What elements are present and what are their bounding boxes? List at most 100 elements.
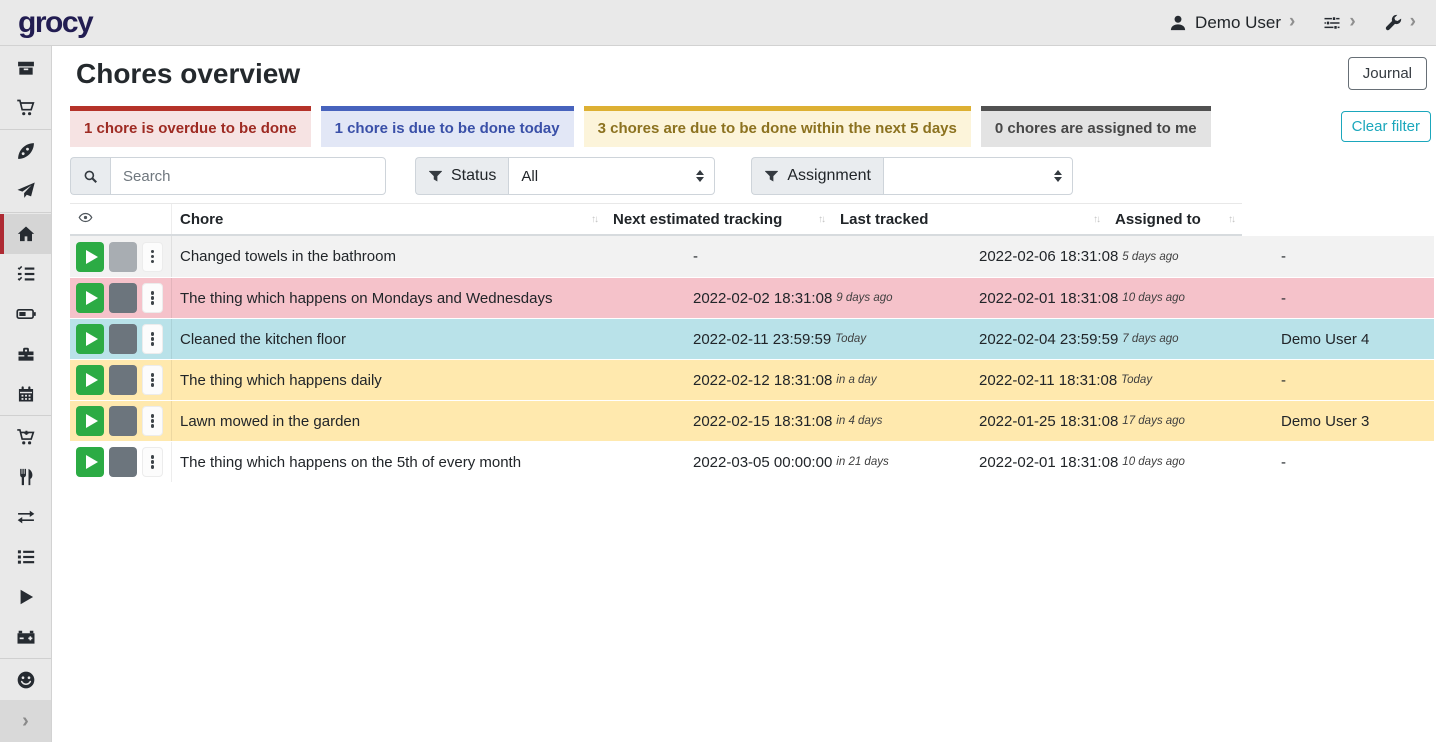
select-arrows-icon <box>1054 170 1062 182</box>
row-menu-button[interactable] <box>142 283 163 313</box>
filter-icon <box>428 169 443 184</box>
row-menu-button[interactable] <box>142 242 163 272</box>
sidebar-item-smiley[interactable] <box>0 660 51 700</box>
column-header-assigned-to[interactable]: Assigned to↑↓ <box>1107 204 1242 234</box>
table-body: Changed towels in the bathroom - 2022-02… <box>70 236 1434 482</box>
summary-card-assigned-to-me[interactable]: 0 chores are assigned to me <box>981 106 1211 147</box>
chore-row: The thing which happens on Mondays and W… <box>70 277 1434 318</box>
summary-card-overdue[interactable]: 1 chore is overdue to be done <box>70 106 311 147</box>
chore-row: The thing which happens on the 5th of ev… <box>70 441 1434 482</box>
column-header-chore[interactable]: Chore↑↓ <box>172 204 605 234</box>
table-header-row: Chore↑↓Next estimated tracking↑↓Last tra… <box>70 203 1242 236</box>
journal-button[interactable]: Journal <box>1348 57 1427 90</box>
skip-chore-button[interactable] <box>109 242 137 272</box>
play-icon <box>86 373 98 387</box>
assignment-filter-label: Assignment <box>787 167 871 185</box>
column-header-label: Last tracked <box>840 211 928 228</box>
next-tracking-cell: 2022-02-02 18:31:089 days ago <box>685 278 971 318</box>
shopping-cart-icon <box>16 98 36 118</box>
track-chore-execution-button[interactable] <box>76 283 104 313</box>
sidebar-item-shopping-cart[interactable] <box>0 88 51 128</box>
play-icon <box>86 291 98 305</box>
sort-icon: ↑↓ <box>591 214 597 225</box>
sidebar: › <box>0 46 52 742</box>
sidebar-item-exchange[interactable] <box>0 497 51 537</box>
chore-name-cell: The thing which happens on Mondays and W… <box>172 278 685 318</box>
sidebar-item-home[interactable] <box>0 214 51 254</box>
chevron-right-icon: › <box>1410 12 1416 31</box>
search-input[interactable] <box>110 157 386 195</box>
admin-menu[interactable]: › <box>1384 13 1416 32</box>
column-header-last-tracked[interactable]: Last tracked ↑↓ <box>832 204 1107 234</box>
search-icon <box>70 157 110 195</box>
summary-card-due-today[interactable]: 1 chore is due to be done today <box>321 106 574 147</box>
page-header: Chores overview Journal <box>70 54 1434 92</box>
next-tracking-cell: 2022-02-15 18:31:08in 4 days <box>685 401 971 441</box>
ellipsis-v-icon <box>151 291 155 305</box>
chore-name-cell: Changed towels in the bathroom <box>172 236 685 277</box>
search-group <box>70 157 386 195</box>
summary-cards-row: 1 chore is overdue to be done1 chore is … <box>70 106 1434 147</box>
sidebar-item-tasks[interactable] <box>0 254 51 294</box>
assignment-select[interactable] <box>883 157 1073 195</box>
chore-name-cell: The thing which happens daily <box>172 360 685 400</box>
next-tracking-cell: 2022-02-12 18:31:08in a day <box>685 360 971 400</box>
track-chore-execution-button[interactable] <box>76 242 104 272</box>
sidebar-collapse-button[interactable]: › <box>0 700 51 742</box>
sidebar-item-box[interactable] <box>0 48 51 88</box>
sidebar-item-battery[interactable] <box>0 294 51 334</box>
row-menu-button[interactable] <box>142 365 163 395</box>
sidebar-item-list[interactable] <box>0 537 51 577</box>
utensils-icon <box>16 467 36 487</box>
sidebar-item-calendar[interactable] <box>0 374 51 414</box>
skip-chore-button[interactable] <box>109 406 137 436</box>
play-icon <box>86 455 98 469</box>
car-battery-icon <box>16 627 36 647</box>
sidebar-item-play[interactable] <box>0 577 51 617</box>
next-tracking-cell: 2022-03-05 00:00:00in 21 days <box>685 442 971 482</box>
filter-icon <box>764 169 779 184</box>
smiley-icon <box>16 670 36 690</box>
sort-icon: ↑↓ <box>1093 214 1099 225</box>
sidebar-item-cart-plus[interactable] <box>0 417 51 457</box>
assignment-filter-group: Assignment <box>751 157 1073 195</box>
pizza-icon <box>16 141 36 161</box>
skip-chore-button[interactable] <box>109 365 137 395</box>
visibility-column-header[interactable] <box>70 204 172 234</box>
battery-icon <box>16 304 36 324</box>
clear-filter-button[interactable]: Clear filter <box>1341 111 1431 142</box>
chevron-right-icon: › <box>1289 12 1295 31</box>
track-chore-execution-button[interactable] <box>76 447 104 477</box>
next-tracking-cell: - <box>685 236 971 277</box>
sidebar-item-car-battery[interactable] <box>0 617 51 657</box>
row-menu-button[interactable] <box>142 447 163 477</box>
ellipsis-v-icon <box>151 332 155 346</box>
box-icon <box>16 58 36 78</box>
track-chore-execution-button[interactable] <box>76 324 104 354</box>
play-icon <box>86 414 98 428</box>
user-menu[interactable]: Demo User › <box>1169 13 1295 33</box>
row-actions <box>70 319 172 359</box>
select-arrows-icon <box>696 170 704 182</box>
summary-card-due-next-5-days[interactable]: 3 chores are due to be done within the n… <box>584 106 971 147</box>
settings-menu[interactable]: › <box>1323 13 1355 32</box>
page-title: Chores overview <box>76 57 300 91</box>
app-logo[interactable]: grocy <box>18 8 92 38</box>
sidebar-item-pizza[interactable] <box>0 131 51 171</box>
skip-chore-button[interactable] <box>109 324 137 354</box>
track-chore-execution-button[interactable] <box>76 406 104 436</box>
play-icon <box>16 587 36 607</box>
sidebar-item-toolbox[interactable] <box>0 334 51 374</box>
track-chore-execution-button[interactable] <box>76 365 104 395</box>
user-icon <box>1169 14 1187 32</box>
skip-chore-button[interactable] <box>109 283 137 313</box>
row-menu-button[interactable] <box>142 406 163 436</box>
sidebar-item-utensils[interactable] <box>0 457 51 497</box>
top-navbar: grocy Demo User › › › <box>0 0 1436 46</box>
status-select[interactable]: All <box>508 157 715 195</box>
column-header-next-estimated-tracking[interactable]: Next estimated tracking↑↓ <box>605 204 832 234</box>
assigned-to-cell: - <box>1273 442 1434 482</box>
sidebar-item-paper-plane[interactable] <box>0 171 51 211</box>
skip-chore-button[interactable] <box>109 447 137 477</box>
row-menu-button[interactable] <box>142 324 163 354</box>
